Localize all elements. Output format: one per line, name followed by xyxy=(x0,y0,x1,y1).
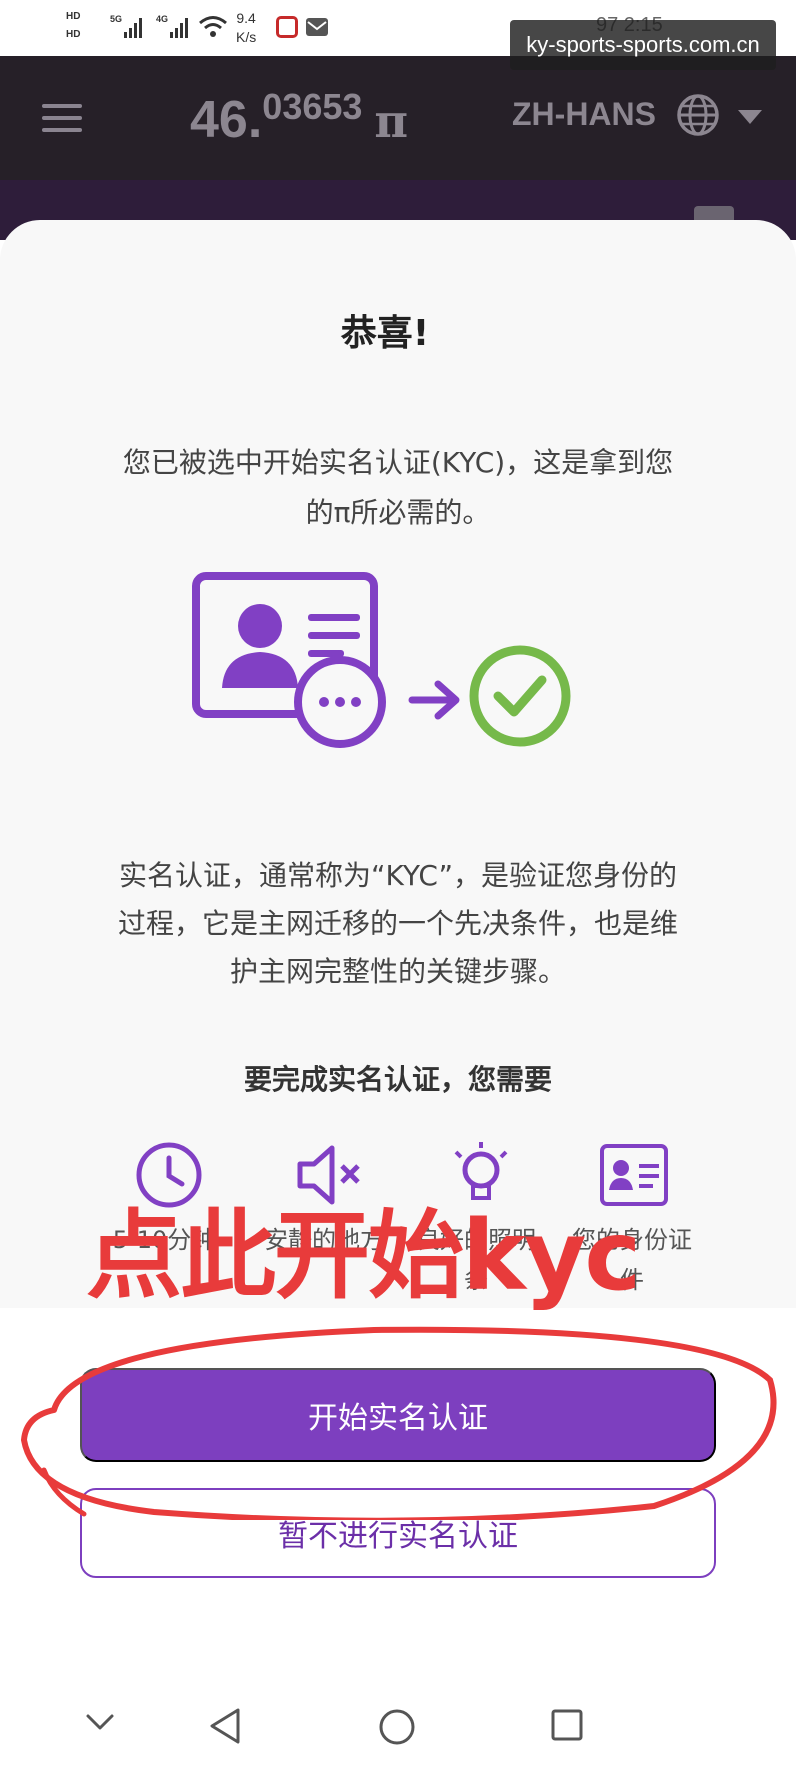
network-4g-label: 4G xyxy=(156,14,169,24)
id-card-illustration xyxy=(192,572,386,748)
kyc-illustration xyxy=(192,572,571,748)
intro-text: 您已被选中开始实名认证(KYC)，这是拿到您的π所必需的。 xyxy=(122,446,674,529)
chevron-down-icon[interactable] xyxy=(738,110,762,124)
check-circle-icon xyxy=(469,645,571,747)
pi-symbol: π xyxy=(374,94,409,148)
recents-icon[interactable] xyxy=(550,1708,584,1742)
app-header: 46.03653 π ZH-HANS xyxy=(0,56,796,180)
hd-indicator: HD HD xyxy=(66,8,102,48)
kyc-description: 实名认证，通常称为“KYC”，是验证您身份的过程，它是主网迁移的一个先决条件，也… xyxy=(118,859,679,988)
start-kyc-button[interactable]: 开始实名认证 xyxy=(80,1368,716,1462)
back-icon[interactable] xyxy=(208,1708,242,1744)
balance-integer: 46. xyxy=(190,91,263,149)
language-selector[interactable]: ZH-HANS xyxy=(512,96,656,133)
dialog-title: 恭喜! xyxy=(340,313,430,354)
balance-decimal: 03653 xyxy=(262,86,363,127)
home-icon[interactable] xyxy=(378,1708,416,1746)
kyc-dialog: 恭喜! 您已被选中开始实名认证(KYC)，这是拿到您的π所必需的。 实名认证，通… xyxy=(0,220,796,1771)
arrow-right-icon xyxy=(408,680,460,720)
system-nav-bar xyxy=(0,1680,796,1771)
hd-top-label: HD xyxy=(66,11,81,22)
requirements-title: 要完成实名认证，您需要 xyxy=(243,1063,552,1096)
annotation-text: 点此开始kyc xyxy=(86,1200,641,1312)
mail-icon xyxy=(306,18,328,36)
notification-app-icon xyxy=(276,16,298,38)
chevron-down-icon[interactable] xyxy=(84,1708,116,1736)
watermark: ky-sports-sports.com.cn xyxy=(510,20,776,70)
menu-icon[interactable] xyxy=(42,104,82,132)
speed-value: 9.4 xyxy=(236,10,256,26)
pi-balance: 46.03653 π xyxy=(190,86,408,150)
network-5g-label: 5G xyxy=(110,14,123,24)
network-speed: 9.4 K/s xyxy=(236,9,256,47)
speed-unit: K/s xyxy=(236,29,257,45)
hd-bottom-label: HD xyxy=(66,29,81,40)
skip-kyc-button[interactable]: 暂不进行实名认证 xyxy=(80,1488,716,1578)
globe-icon[interactable] xyxy=(676,93,720,137)
wifi-icon xyxy=(199,16,227,37)
signal-icon-2 xyxy=(170,16,194,38)
signal-icon xyxy=(124,16,148,38)
